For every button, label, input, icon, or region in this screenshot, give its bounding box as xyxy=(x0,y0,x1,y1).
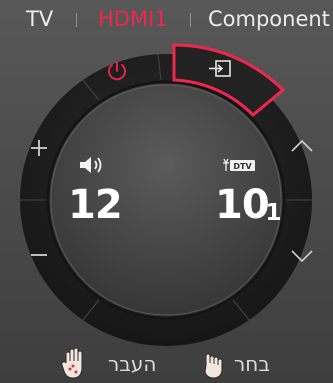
remote-wheel xyxy=(18,43,314,346)
select-label: בחר xyxy=(234,352,270,376)
input-source-button[interactable] xyxy=(206,58,234,80)
open-hand-icon xyxy=(61,347,83,379)
channel-up-button[interactable] xyxy=(289,137,315,155)
channel-down-button[interactable] xyxy=(289,247,315,265)
plus-icon xyxy=(31,140,47,156)
move-label: העבר xyxy=(108,352,157,376)
minus-icon xyxy=(31,254,47,256)
gesture-hints: העבר בחר xyxy=(0,342,333,383)
dtv-badge-label: DTV xyxy=(233,162,252,171)
input-source-icon xyxy=(209,60,231,77)
chevron-down-icon xyxy=(291,250,313,263)
chevron-up-icon xyxy=(291,139,313,152)
channel-subnumber: -1 xyxy=(256,200,282,226)
volume-down-button[interactable] xyxy=(28,244,50,266)
power-button[interactable] xyxy=(104,58,130,84)
volume-up-button[interactable] xyxy=(28,137,50,159)
volume-value: 12 xyxy=(68,182,123,228)
dtv-badge: DTV xyxy=(223,158,255,171)
speaker-icon xyxy=(80,157,102,173)
power-icon xyxy=(108,61,126,81)
pointing-hand-icon xyxy=(204,353,223,379)
